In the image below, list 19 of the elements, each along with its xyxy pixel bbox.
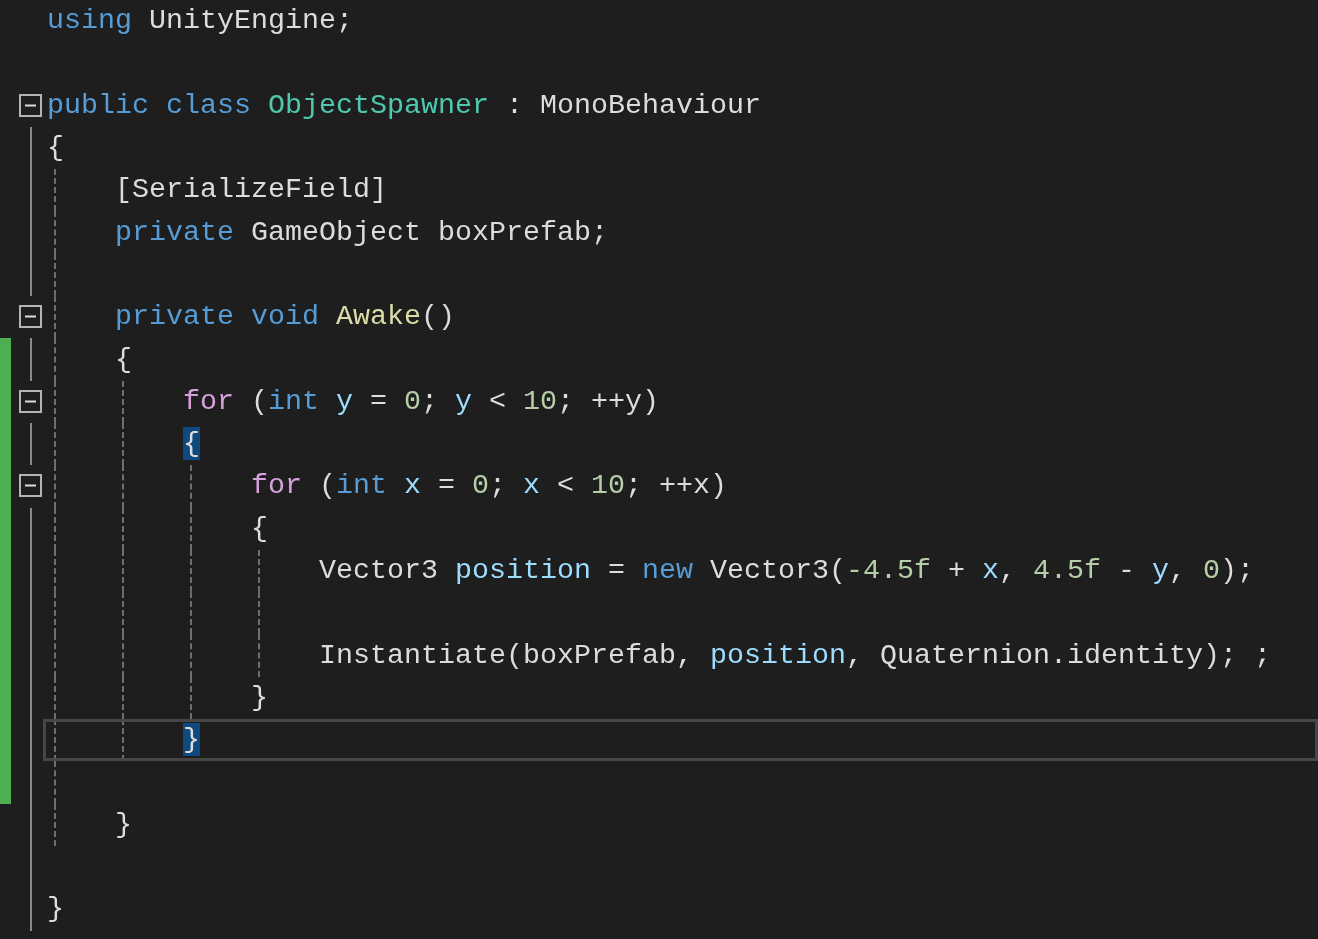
code-line: public class ObjectSpawner : MonoBehaviour bbox=[47, 88, 761, 123]
code-line: { bbox=[251, 511, 268, 546]
code-line: } bbox=[115, 807, 132, 842]
code-line: private void Awake() bbox=[115, 300, 455, 335]
code-line: Vector3 position = new Vector3(-4.5f + x, 4.5f - y, 0); bbox=[319, 554, 1254, 588]
code-line: { bbox=[47, 131, 64, 166]
code-line: } bbox=[251, 680, 268, 715]
code-line: [SerializeField] bbox=[115, 173, 387, 208]
collapse-icon[interactable] bbox=[19, 93, 42, 117]
collapse-icon[interactable] bbox=[19, 389, 42, 413]
code-line: for (int x = 0; x < 10; ++x) bbox=[251, 469, 727, 504]
code-line: private GameObject boxPrefab; bbox=[115, 215, 608, 250]
code-line: for (int y = 0; y < 10; ++y) bbox=[183, 384, 659, 419]
code-line: Instantiate(boxPrefab, position, Quaternion.identity); ; bbox=[319, 638, 1271, 673]
collapse-icon[interactable] bbox=[19, 474, 42, 498]
code-line: { bbox=[115, 342, 132, 377]
code-line: } bbox=[47, 892, 64, 927]
collapse-icon[interactable] bbox=[19, 305, 42, 329]
code-line: using UnityEngine; bbox=[47, 4, 353, 39]
